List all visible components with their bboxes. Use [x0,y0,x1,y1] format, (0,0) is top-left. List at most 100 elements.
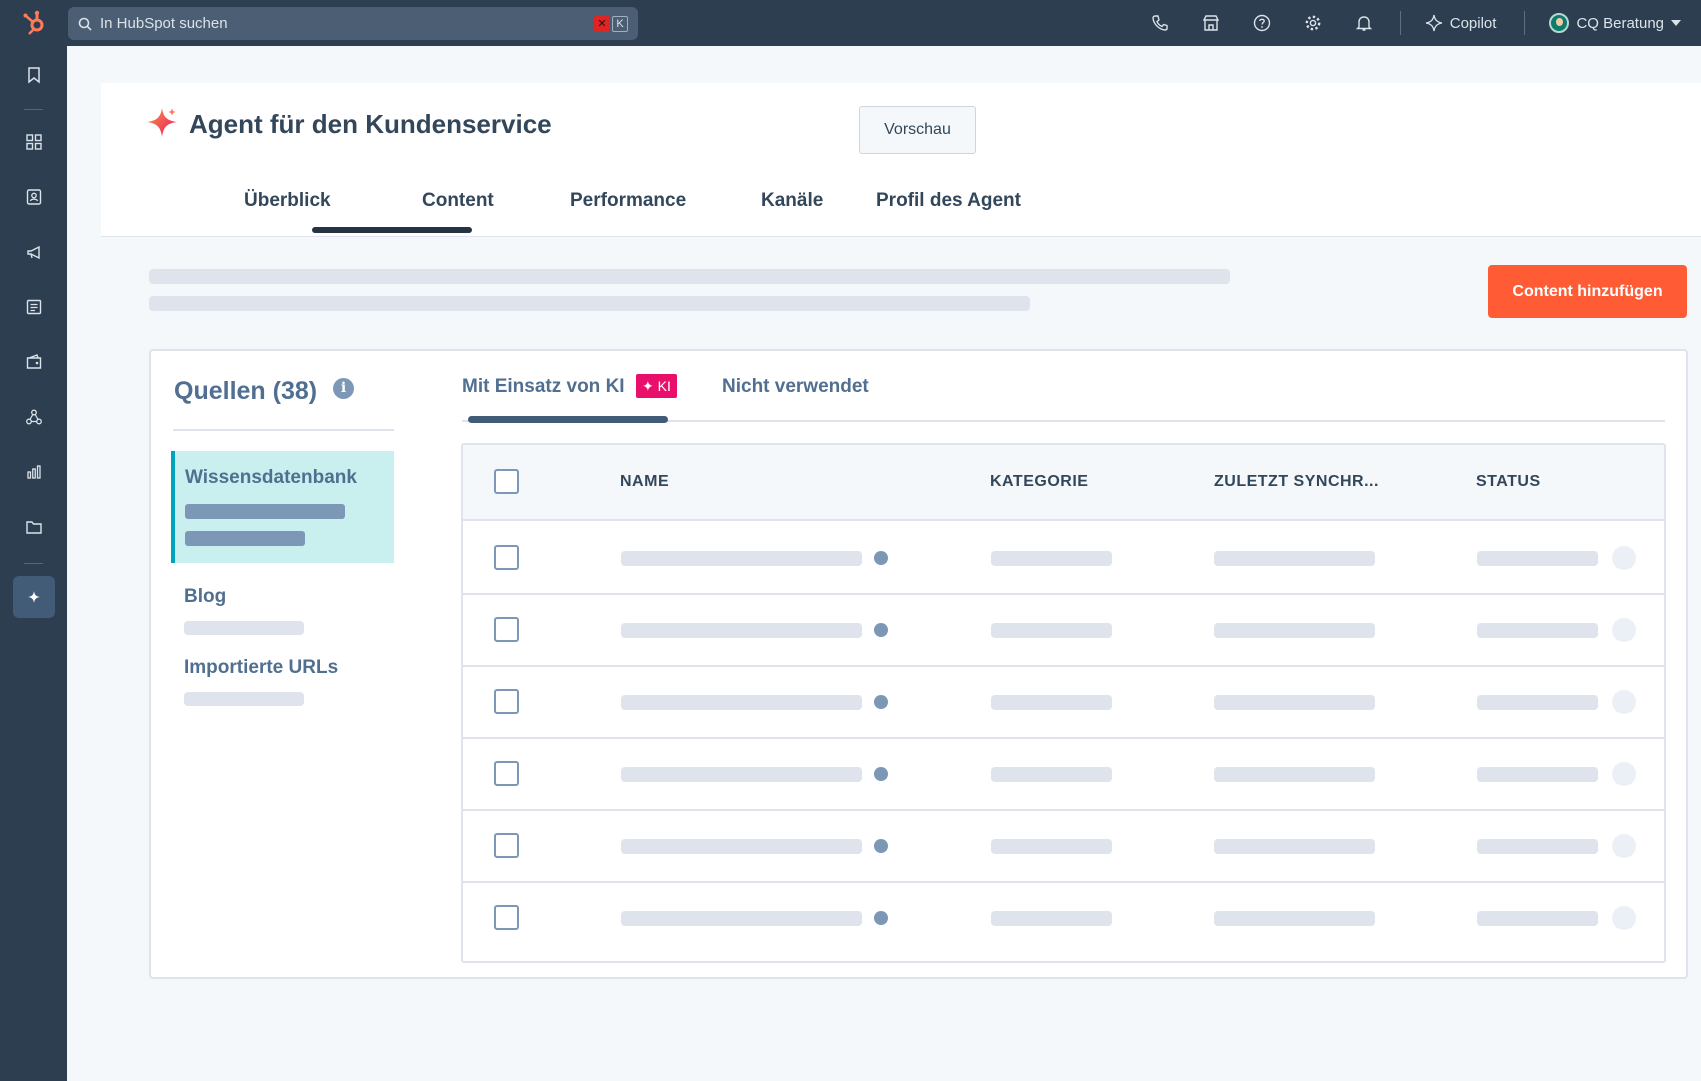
table-row[interactable] [463,595,1664,667]
status-dot [874,839,888,853]
source-item-imported-urls[interactable]: Importierte URLs [184,657,338,679]
tab-content[interactable]: Content [422,190,494,212]
network-icon[interactable] [0,395,67,439]
table-row[interactable] [463,523,1664,595]
search-icon [78,17,92,31]
ai-badge: ✦ KI [636,374,677,398]
help-icon[interactable] [1237,0,1288,46]
table-row[interactable] [463,667,1664,739]
last-synced-placeholder [1214,695,1375,710]
tab-with-ai[interactable]: Mit Einsatz von KI [462,376,625,398]
global-search-input[interactable]: In HubSpot suchen ✕ K [68,7,638,40]
account-menu[interactable]: CQ Beratung [1535,13,1701,33]
last-synced-placeholder [1214,839,1375,854]
source-label: Wissensdatenbank [185,467,357,488]
column-header-last-synced[interactable]: ZULETZT SYNCHR... [1214,473,1379,491]
sidebar-divider [24,109,43,110]
hubspot-logo-icon[interactable] [0,0,67,46]
table-row[interactable] [463,883,1664,955]
status-dot [874,551,888,565]
table-row[interactable] [463,739,1664,811]
sources-panel: Quellen (38) i Wissensdatenbank Blog Imp… [149,349,1688,979]
content-table: NAME KATEGORIE ZULETZT SYNCHR... STATUS [461,443,1666,963]
status-placeholder [1477,767,1598,782]
divider [1399,11,1401,35]
active-tab-indicator [468,416,668,423]
row-action-circle[interactable] [1612,618,1636,642]
column-header-status[interactable]: STATUS [1476,473,1541,491]
settings-gear-icon[interactable] [1288,0,1339,46]
status-placeholder [1477,839,1598,854]
status-dot [874,911,888,925]
reports-icon[interactable] [0,450,67,494]
source-meta-placeholder [184,621,304,635]
status-placeholder [1477,911,1598,926]
contacts-icon[interactable] [0,175,67,219]
row-action-circle[interactable] [1612,906,1636,930]
copilot-button[interactable]: Copilot [1411,14,1515,32]
tab-overview[interactable]: Überblick [244,190,331,212]
select-all-checkbox[interactable] [494,469,519,494]
notifications-bell-icon[interactable] [1339,0,1390,46]
grid-icon[interactable] [0,120,67,164]
category-placeholder [991,911,1112,926]
page-title: Agent für den Kundenservice [189,109,552,139]
sidebar-divider [24,563,43,564]
name-placeholder [621,911,862,926]
row-checkbox[interactable] [494,833,519,858]
bookmark-icon[interactable] [0,53,67,97]
search-placeholder: In HubSpot suchen [100,15,228,32]
status-dot [874,623,888,637]
ai-agent-icon[interactable] [0,575,67,619]
tab-performance[interactable]: Performance [570,190,686,212]
megaphone-icon[interactable] [0,230,67,274]
source-item-blog[interactable]: Blog [184,586,226,608]
sparkle-icon [1425,14,1442,32]
row-checkbox[interactable] [494,689,519,714]
tab-not-used[interactable]: Nicht verwendet [722,376,869,398]
command-key-icon: ✕ [594,15,610,32]
category-placeholder [991,623,1112,638]
ai-sparkle-icon [147,108,177,137]
info-icon[interactable]: i [333,378,354,399]
add-content-button[interactable]: Content hinzufügen [1488,265,1687,318]
tab-channels[interactable]: Kanäle [761,190,823,212]
active-tab-indicator [312,227,472,233]
row-action-circle[interactable] [1612,546,1636,570]
row-action-circle[interactable] [1612,690,1636,714]
name-placeholder [621,623,862,638]
last-synced-placeholder [1214,911,1375,926]
shortcut-key: K [612,15,628,32]
row-checkbox[interactable] [494,617,519,642]
column-header-name[interactable]: NAME [620,473,669,491]
source-meta-placeholder [185,531,305,546]
row-action-circle[interactable] [1612,834,1636,858]
content-icon[interactable] [0,285,67,329]
row-checkbox[interactable] [494,545,519,570]
row-checkbox[interactable] [494,761,519,786]
description-placeholder [149,269,1230,284]
category-placeholder [991,551,1112,566]
status-placeholder [1477,695,1598,710]
phone-icon[interactable] [1135,0,1186,46]
divider [1524,11,1526,35]
marketplace-icon[interactable] [1186,0,1237,46]
source-item-knowledge-base[interactable]: Wissensdatenbank [171,451,394,563]
status-dot [874,695,888,709]
divider [173,429,394,431]
status-placeholder [1477,551,1598,566]
folder-icon[interactable] [0,505,67,549]
table-row[interactable] [463,811,1664,883]
commerce-icon[interactable] [0,340,67,384]
category-placeholder [991,767,1112,782]
top-navigation-bar: In HubSpot suchen ✕ K Copilot CQ Beratun… [0,0,1701,46]
name-placeholder [621,695,862,710]
row-action-circle[interactable] [1612,762,1636,786]
column-header-category[interactable]: KATEGORIE [990,473,1088,491]
category-placeholder [991,695,1112,710]
last-synced-placeholder [1214,551,1375,566]
preview-button[interactable]: Vorschau [859,106,976,154]
row-checkbox[interactable] [494,905,519,930]
main-content: Agent für den Kundenservice Vorschau Übe… [67,46,1701,1081]
tab-agent-profile[interactable]: Profil des Agent [876,190,1021,212]
